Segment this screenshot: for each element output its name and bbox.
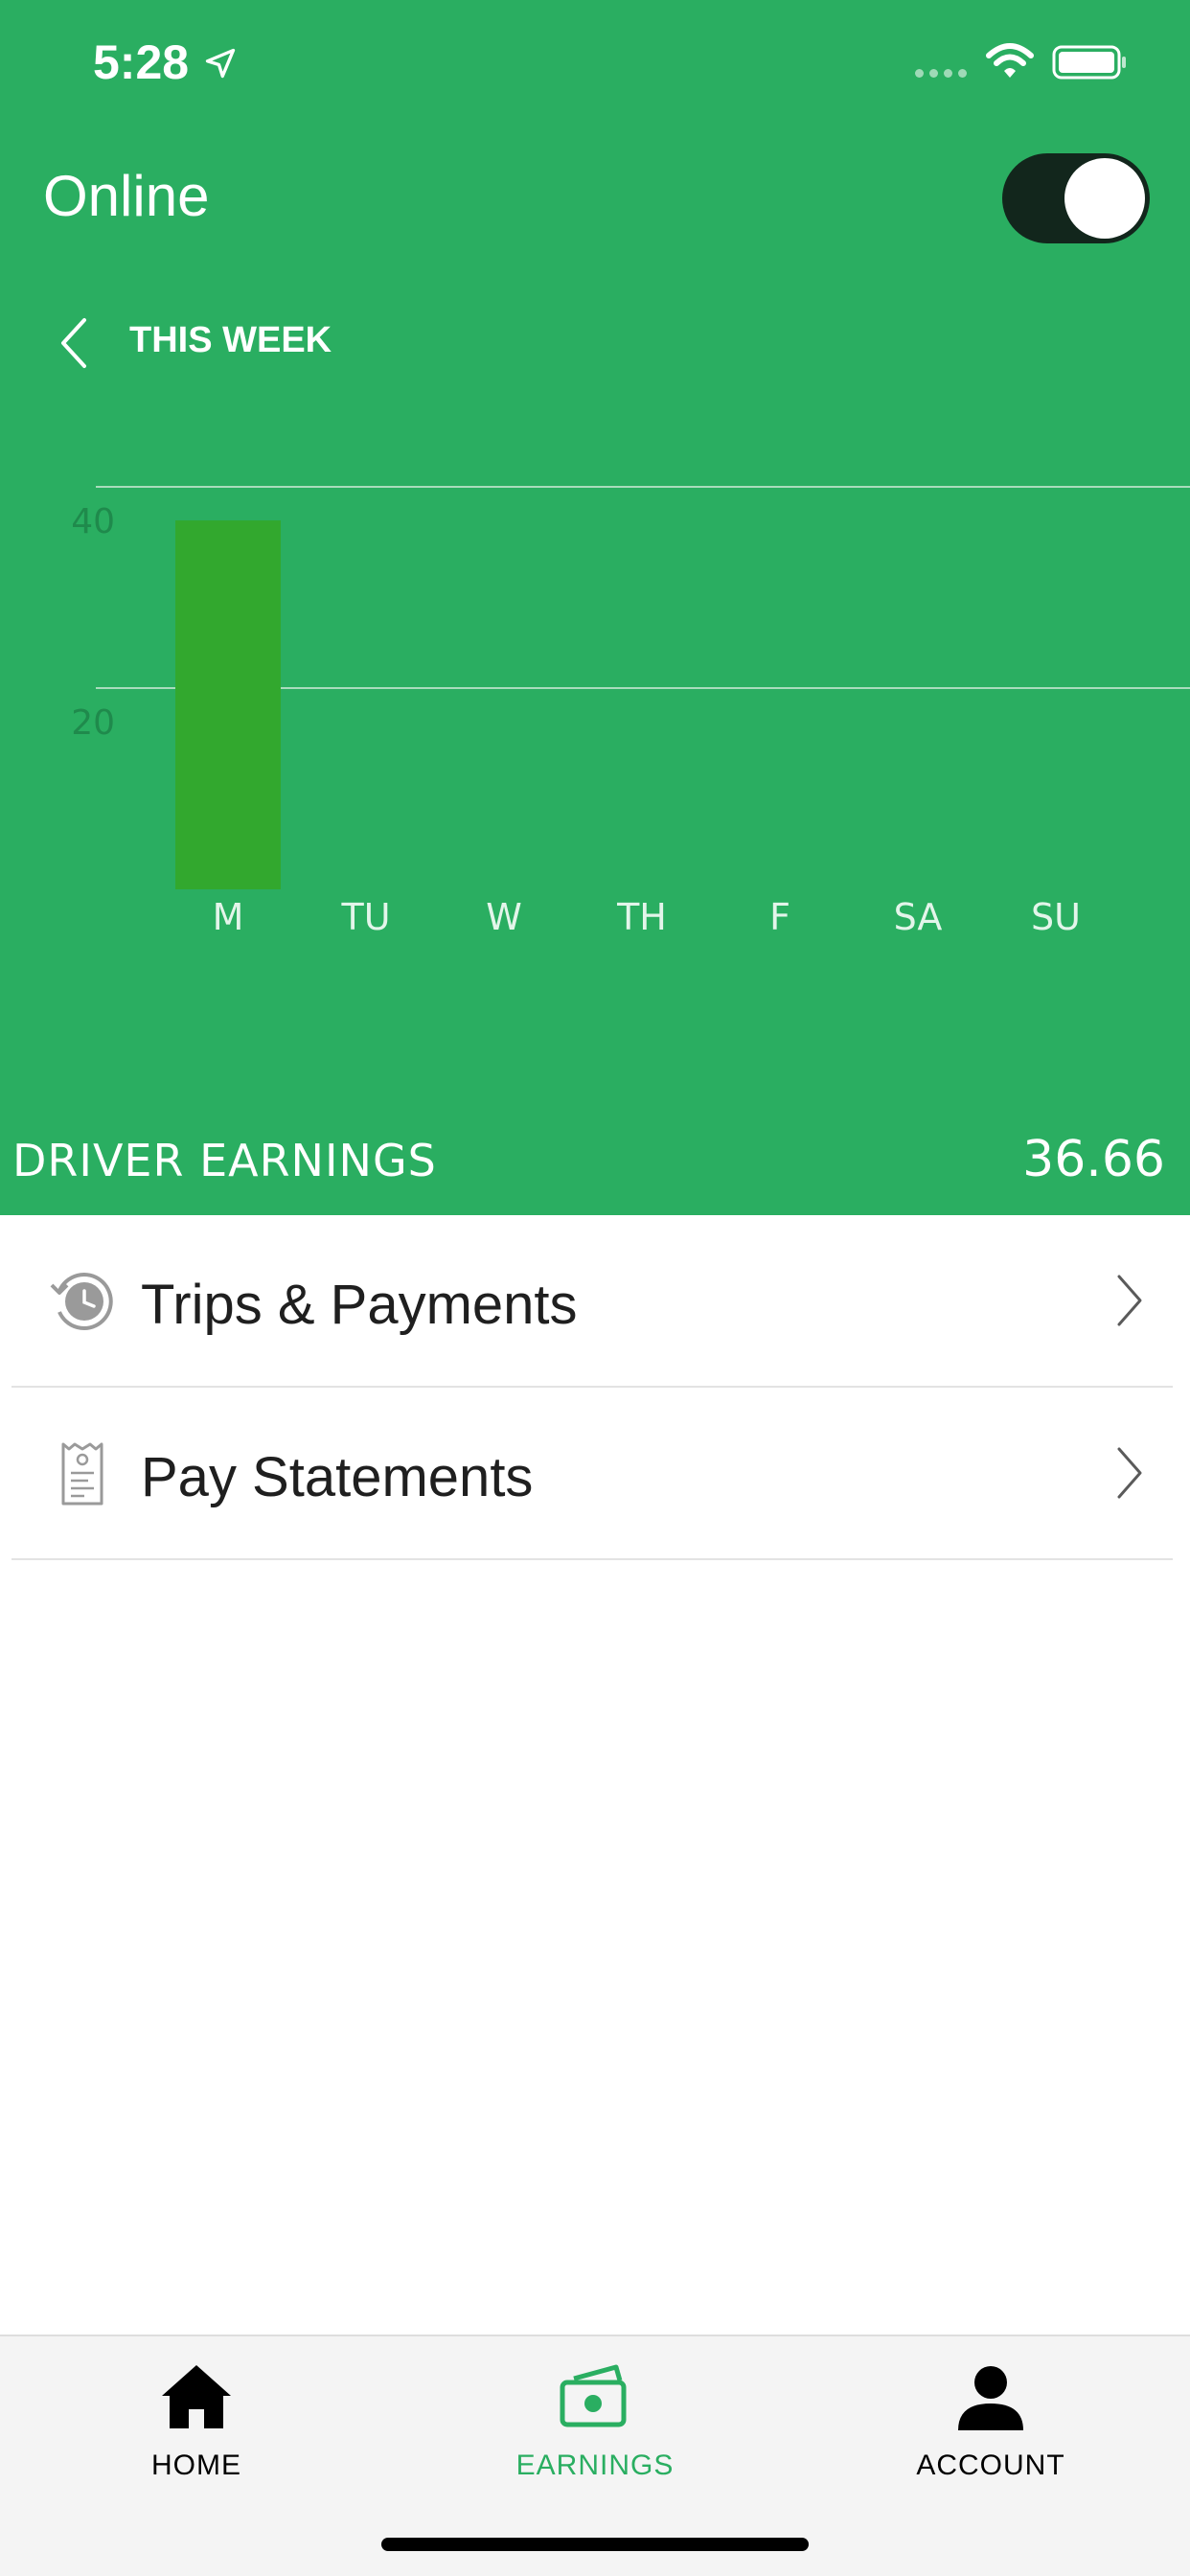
cellular-signal-icon [915,69,967,78]
trips-and-payments-row[interactable]: Trips & Payments [11,1215,1173,1388]
history-clock-icon [50,1273,113,1330]
online-toggle[interactable] [1002,153,1150,243]
x-label-w[interactable]: W [486,896,522,938]
previous-week-chevron-icon[interactable] [54,314,92,372]
pay-statements-label: Pay Statements [141,1446,534,1508]
x-label-su[interactable]: SU [1031,896,1081,938]
week-period-label: THIS WEEK [129,320,332,360]
person-icon [958,2366,1023,2430]
tab-home[interactable]: HOME [53,2359,340,2482]
x-label-th[interactable]: TH [616,896,667,938]
receipt-icon [61,1442,103,1506]
earnings-header: 5:28 Online THIS WEEK 20 40 M TU W TH F SA SU [0,0,1190,1215]
wifi-icon [986,43,1034,78]
bar-m[interactable] [175,520,281,889]
tab-earnings[interactable]: EARNINGS [451,2359,739,2482]
location-arrow-icon [205,48,236,79]
driver-earnings-label: DRIVER EARNINGS [12,1135,437,1186]
tab-account[interactable]: ACCOUNT [847,2359,1134,2482]
driver-earnings-value: 36.66 [1022,1131,1165,1188]
pay-statements-row[interactable]: Pay Statements [11,1388,1173,1560]
online-status-label: Online [43,164,210,228]
earnings-screen: 5:28 Online THIS WEEK 20 40 M TU W TH F SA SU [0,0,1190,2576]
tab-account-label: ACCOUNT [916,2450,1065,2481]
battery-icon [1052,45,1126,80]
x-label-tu[interactable]: TU [340,896,390,938]
chevron-right-icon [1117,1275,1142,1326]
x-label-f[interactable]: F [769,896,790,938]
home-icon [162,2365,231,2428]
trips-and-payments-label: Trips & Payments [141,1274,578,1336]
tab-earnings-label: EARNINGS [515,2450,675,2481]
cash-icon [560,2364,627,2427]
x-label-m[interactable]: M [213,896,244,938]
chevron-right-icon [1117,1447,1142,1499]
weekly-earnings-chart: 20 40 M TU W TH F SA SU [71,486,1190,938]
status-time: 5:28 [93,35,190,89]
y-tick-40: 40 [71,502,115,541]
x-label-sa[interactable]: SA [894,896,943,938]
tab-home-label: HOME [151,2450,241,2481]
y-tick-20: 20 [71,703,115,743]
home-indicator [381,2538,809,2551]
toggle-knob [1064,158,1145,239]
